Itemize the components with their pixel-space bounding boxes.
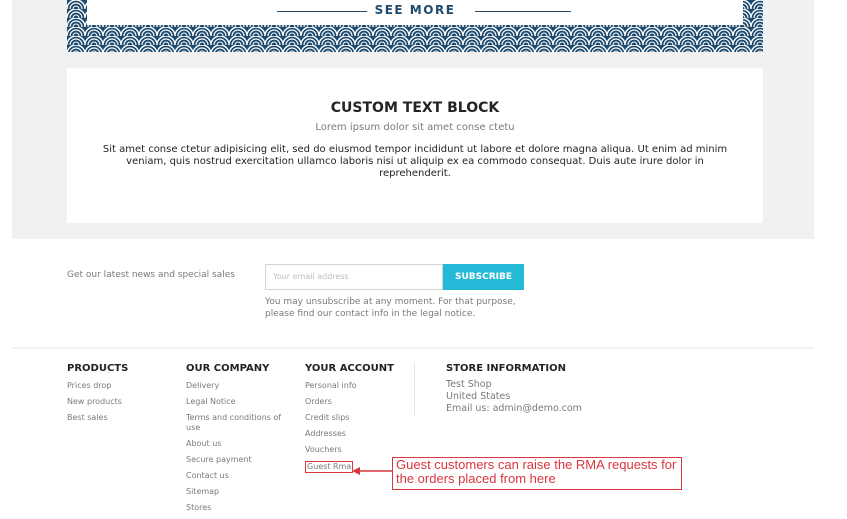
footer-company: OUR COMPANY Delivery Legal Notice Terms … bbox=[186, 363, 290, 519]
footer-link-credit-slips[interactable]: Credit slips bbox=[305, 413, 394, 423]
annotation-arrow-icon bbox=[352, 467, 394, 475]
footer-products-title: PRODUCTS bbox=[67, 363, 129, 374]
footer-link-prices-drop[interactable]: Prices drop bbox=[67, 381, 128, 391]
right-margin bbox=[814, 0, 847, 515]
see-more-link[interactable]: SEE MORE bbox=[87, 3, 743, 17]
store-name: Test Shop bbox=[446, 379, 492, 390]
custom-text-body: Sit amet conse ctetur adipisicing elit, … bbox=[102, 144, 728, 179]
footer-link-personal-info[interactable]: Personal info bbox=[305, 381, 394, 391]
footer-link-addresses[interactable]: Addresses bbox=[305, 429, 394, 439]
footer-link-best-sales[interactable]: Best sales bbox=[67, 413, 128, 423]
footer-link-new-products[interactable]: New products bbox=[67, 397, 128, 407]
footer-link-secure-payment[interactable]: Secure payment bbox=[186, 455, 290, 465]
footer-link-legal-notice[interactable]: Legal Notice bbox=[186, 397, 290, 407]
footer-products: PRODUCTS Prices drop New products Best s… bbox=[67, 363, 128, 429]
newsletter-note: You may unsubscribe at any moment. For t… bbox=[265, 297, 516, 319]
footer: PRODUCTS Prices drop New products Best s… bbox=[12, 349, 814, 515]
annotation-callout: Guest customers can raise the RMA reques… bbox=[392, 457, 682, 490]
store-email: Email us: admin@demo.com bbox=[446, 403, 582, 414]
footer-link-delivery[interactable]: Delivery bbox=[186, 381, 290, 391]
footer-company-title: OUR COMPANY bbox=[186, 363, 270, 374]
footer-account: YOUR ACCOUNT Personal info Orders Credit… bbox=[305, 363, 394, 479]
footer-divider bbox=[414, 363, 415, 415]
footer-link-guest-rma[interactable]: Guest Rma bbox=[305, 461, 354, 473]
custom-text-title: CUSTOM TEXT BLOCK bbox=[330, 100, 500, 116]
newsletter-section: Get our latest news and special sales Yo… bbox=[12, 239, 814, 347]
banner-inner: SEE MORE bbox=[87, 0, 743, 25]
footer-link-vouchers[interactable]: Vouchers bbox=[305, 445, 394, 455]
footer-store-title: STORE INFORMATION bbox=[446, 363, 566, 374]
newsletter-label: Get our latest news and special sales bbox=[67, 270, 235, 280]
subscribe-button[interactable]: SUBSCRIBE bbox=[443, 264, 524, 290]
custom-text-block: CUSTOM TEXT BLOCK Lorem ipsum dolor sit … bbox=[67, 68, 763, 223]
see-more-banner: SEE MORE bbox=[67, 0, 763, 52]
footer-store-info: STORE INFORMATION Test Shop United State… bbox=[446, 363, 582, 415]
footer-link-terms[interactable]: Terms and conditions of use bbox=[186, 413, 290, 433]
footer-account-title: YOUR ACCOUNT bbox=[305, 363, 394, 374]
footer-link-orders[interactable]: Orders bbox=[305, 397, 394, 407]
footer-link-contact-us[interactable]: Contact us bbox=[186, 471, 290, 481]
email-input[interactable]: Your email address bbox=[265, 264, 443, 290]
footer-link-about-us[interactable]: About us bbox=[186, 439, 290, 449]
footer-link-sitemap[interactable]: Sitemap bbox=[186, 487, 290, 497]
see-more-line-right bbox=[475, 11, 571, 12]
footer-link-stores[interactable]: Stores bbox=[186, 503, 290, 513]
store-country: United States bbox=[446, 391, 511, 402]
custom-text-subtitle: Lorem ipsum dolor sit amet conse ctetu bbox=[315, 122, 515, 133]
